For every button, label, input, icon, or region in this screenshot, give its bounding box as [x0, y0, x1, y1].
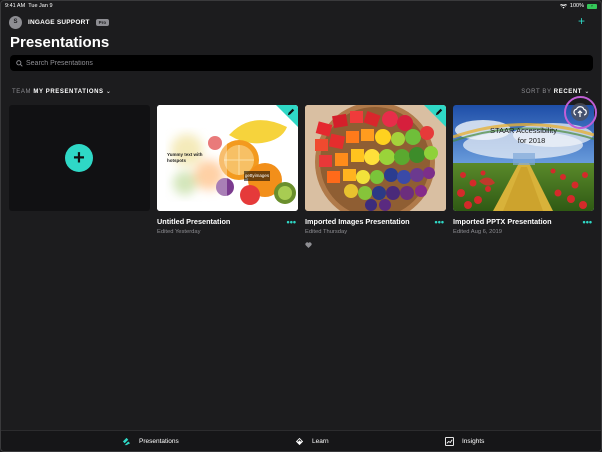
presentation-thumbnail[interactable]	[305, 105, 446, 211]
tab-learn[interactable]: Learn	[295, 437, 329, 446]
search-input[interactable]	[26, 59, 586, 67]
presentation-title: Imported PPTX Presentation	[453, 217, 552, 226]
status-bar: 9:41 AM Tue Jan 9 100% ⚡	[1, 1, 601, 11]
bottom-tab-bar: Presentations Learn Insights	[1, 430, 601, 451]
chevron-down-icon: ⌄	[584, 89, 590, 95]
heart-icon[interactable]	[305, 242, 312, 248]
thumbnail-caption: Yummy text with hotspots	[167, 152, 203, 163]
battery-icon: ⚡	[587, 3, 597, 9]
org-name[interactable]: INGAGE SUPPORT	[28, 19, 90, 26]
status-right: 100% ⚡	[559, 3, 597, 9]
org-avatar[interactable]: S	[9, 15, 22, 29]
more-options-button[interactable]: •••	[287, 217, 296, 227]
presentation-subtitle: Edited Aug 6, 2019	[453, 229, 502, 235]
learn-icon	[295, 437, 304, 446]
presentation-title: Imported Images Presentation	[305, 217, 410, 226]
presentation-title: Untitled Presentation	[157, 217, 231, 226]
presentation-card[interactable]: Yummy text with hotspots gettyimages Unt…	[157, 105, 298, 235]
team-filter[interactable]: TEAM MY PRESENTATIONS ⌄	[12, 88, 112, 95]
pencil-icon[interactable]	[287, 108, 295, 116]
plus-icon[interactable]: +	[65, 144, 93, 172]
slide-title-text: STAAR Accessibility for 2018	[490, 126, 557, 145]
pencil-icon[interactable]	[435, 108, 443, 116]
presentation-subtitle: Edited Yesterday	[157, 229, 201, 235]
wifi-icon	[559, 3, 567, 8]
presentation-thumbnail[interactable]: Yummy text with hotspots gettyimages	[157, 105, 298, 211]
filter-bar: TEAM MY PRESENTATIONS ⌄ SORT BY RECENT ⌄	[12, 88, 590, 98]
more-options-button[interactable]: •••	[435, 217, 444, 227]
chevron-down-icon: ⌄	[105, 89, 112, 95]
pro-badge: Pro	[95, 18, 110, 26]
page-title: Presentations	[10, 34, 110, 51]
presentation-subtitle: Edited Thursday	[305, 229, 348, 235]
presentations-icon	[122, 437, 131, 446]
tab-presentations[interactable]: Presentations	[122, 437, 179, 446]
tab-insights[interactable]: Insights	[445, 437, 484, 446]
plus-icon[interactable]: +	[578, 15, 585, 27]
status-time: 9:41 AM Tue Jan 9	[5, 3, 53, 9]
highlight-ring	[564, 96, 597, 129]
insights-icon	[445, 437, 454, 446]
more-options-button[interactable]: •••	[583, 217, 592, 227]
new-presentation-card[interactable]: +	[9, 105, 150, 211]
search-bar[interactable]	[10, 55, 593, 71]
app-window: 9:41 AM Tue Jan 9 100% ⚡ S INGAGE SUPPOR…	[0, 0, 602, 452]
search-icon	[16, 59, 23, 67]
org-bar: S INGAGE SUPPORT Pro +	[9, 15, 593, 29]
sort-dropdown[interactable]: SORT BY RECENT ⌄	[521, 88, 590, 95]
battery-percent: 100%	[569, 3, 584, 9]
presentation-card[interactable]: Imported Images Presentation Edited Thur…	[305, 105, 446, 253]
watermark: gettyimages	[244, 171, 270, 181]
